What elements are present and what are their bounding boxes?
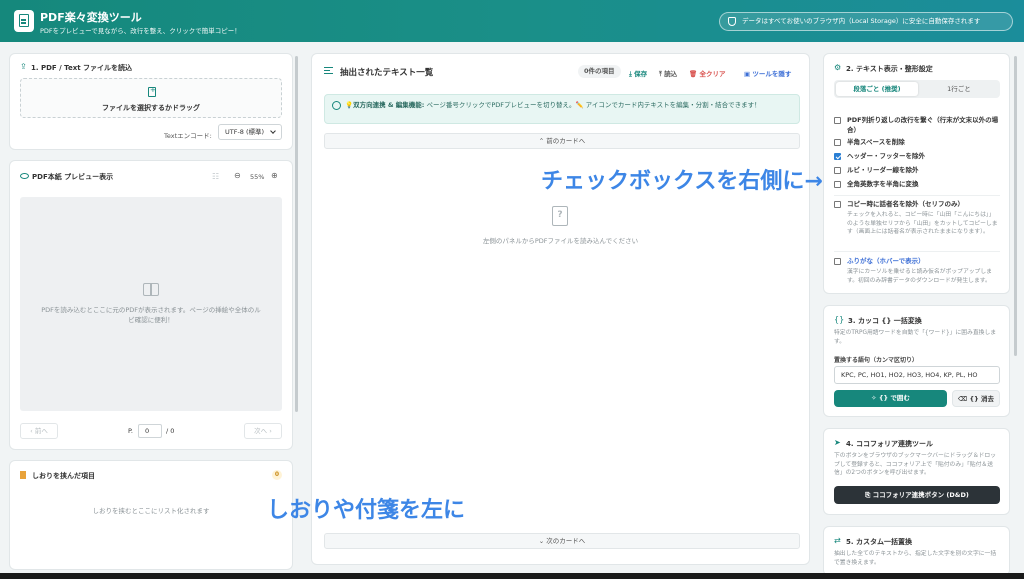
bookmark-left-annotation: しおりや付箋を左に [267, 498, 466, 523]
exclude-ruby-label: ルビ・リーダー線を除外 [847, 166, 919, 174]
app-subtitle: PDFをプレビューで見ながら、改行を整え、クリックで簡単コピー！ [40, 27, 241, 35]
cocofolia-bookmarklet-button[interactable]: ⎘ ココフォリア連携ボタン (D&D) [834, 486, 1000, 504]
document-icon [14, 10, 34, 32]
app-header: PDF楽々変換ツール PDFをプレビューで見ながら、改行を整え、クリックで簡単コ… [0, 0, 1024, 42]
halfwidth-checkbox[interactable] [834, 181, 841, 188]
sliders-icon: ⚙ [834, 63, 842, 72]
list-icon [324, 67, 333, 74]
mode-paragraph-option[interactable]: 段落ごと (推奨) [836, 82, 918, 96]
zoom-level: 55% [250, 173, 265, 181]
cocofolia-panel: ➤ 4. ココフォリア連携ツール 下のボタンをブラウザのブックマークバーにドラッ… [823, 428, 1010, 515]
custom-replace-title: 5. カスタム一括置換 [846, 538, 912, 546]
zoom-in-icon[interactable]: ⊕ [271, 171, 278, 180]
prev-page-button[interactable]: ‹ 前へ [20, 423, 58, 439]
exclude-header-footer-checkbox[interactable] [834, 153, 841, 160]
preview-panel-title: PDF本紙 プレビュー表示 [32, 173, 114, 181]
upload-icon: ⇪ [20, 62, 27, 71]
prev-card-button[interactable]: ⌃ 前のカードへ [324, 133, 800, 149]
checkbox-right-annotation: チェックボックスを右側に→ [541, 169, 823, 194]
left-scrollbar[interactable] [295, 56, 298, 412]
remove-spaces-label: 半角スペースを削除 [847, 138, 905, 146]
halfwidth-label: 全角英数字を半角に変換 [847, 180, 919, 188]
eye-icon [20, 173, 29, 179]
custom-replace-description: 抽出した全てのテキストから、指定した文字を別の文字に一括で置き換えます。 [834, 551, 997, 566]
join-lines-label: PDF列折り返しの改行を繋ぐ（行末が文末以外の場合） [847, 116, 999, 134]
wrap-brackets-button[interactable]: ✧ {} で囲む [834, 390, 947, 407]
encoding-select[interactable]: UTF-8 (標準) [218, 124, 282, 140]
info-icon [332, 101, 341, 110]
display-settings-panel: ⚙ 2. テキスト表示・整形設定 段落ごと (推奨) 1行ごと PDF列折り返し… [823, 53, 1010, 294]
mode-line-option[interactable]: 1行ごと [920, 82, 998, 96]
bookmark-panel-title: しおりを挟んだ項目 [32, 472, 95, 480]
display-settings-title: 2. テキスト表示・整形設定 [846, 65, 933, 73]
pdf-preview-area: PDFを読み込むとここに元のPDFが表示されます。ページの挿絵や全体のルビ確認に… [20, 197, 282, 411]
bookmark-count-badge: 0 [272, 470, 282, 480]
info-banner: 💡双方向連携 & 編集機能: ページ番号クリックでPDFプレビューを切り替え。✏… [324, 94, 800, 124]
item-count-badge: 0件の項目 [578, 65, 621, 78]
load-panel: ⇪ 1. PDF / Text ファイルを読込 ファイルを選択するかドラッグ T… [9, 53, 293, 150]
erase-brackets-button[interactable]: ⌫ {} 消去 [952, 390, 1000, 407]
divider [834, 251, 1000, 252]
load-button[interactable]: ⤒ 読込 [659, 68, 677, 79]
furigana-label: ふりがな（ホバーで表示） [847, 257, 925, 265]
cocofolia-panel-title: 4. ココフォリア連携ツール [846, 440, 933, 448]
custom-replace-panel: ⇄ 5. カスタム一括置換 抽出した全てのテキストから、指定した文字を別の文字に… [823, 526, 1010, 576]
page-total: / 0 [166, 427, 175, 435]
next-page-button[interactable]: 次へ › [244, 423, 282, 439]
remove-spaces-checkbox[interactable] [834, 139, 841, 146]
eraser-icon: ⌫ [958, 395, 970, 403]
file-add-icon [148, 86, 156, 97]
cocofolia-description: 下のボタンをブラウザのブックマークバーにドラッグ＆ドロップして登録すると、ココフ… [834, 453, 997, 476]
trash-icon: 🗑︎ [689, 70, 700, 78]
sparkle-icon: ✧ [871, 394, 879, 402]
right-scrollbar[interactable] [1014, 56, 1017, 356]
bottom-strip [0, 573, 1024, 579]
bookmark-empty-message: しおりを挟むとここにリスト化されます [92, 507, 210, 515]
page-prefix: P. [128, 427, 133, 435]
encoding-label: Textエンコード: [164, 132, 212, 140]
app-title: PDF楽々変換ツール [40, 11, 142, 24]
save-button[interactable]: ⤓ 保存 [629, 68, 647, 79]
bracket-panel-title: 3. カッコ {} 一括変換 [848, 317, 922, 325]
bracket-icon: {} [834, 315, 845, 324]
question-document-icon: ? [552, 206, 568, 226]
info-banner-text: 💡双方向連携 & 編集機能: ページ番号クリックでPDFプレビューを切り替え。✏… [345, 101, 761, 109]
divider [834, 195, 1000, 196]
storage-notice: データはすべてお使いのブラウザ内（Local Storage）に安全に自動保存さ… [719, 12, 1013, 31]
bracket-field-label: 置換する語句（カンマ区切り） [834, 357, 919, 364]
join-lines-checkbox[interactable] [834, 117, 841, 124]
load-panel-title: 1. PDF / Text ファイルを読込 [31, 64, 133, 72]
shield-icon [728, 17, 736, 26]
send-icon: ➤ [834, 438, 841, 447]
clear-all-button[interactable]: 🗑︎ 全クリア [689, 68, 726, 78]
preview-panel: PDF本紙 プレビュー表示 ☷ ⊖ 55% ⊕ PDFを読み込むとここに元のPD… [9, 160, 293, 450]
mode-toggle: 段落ごと (推奨) 1行ごと [834, 80, 1000, 98]
upload-label: ファイルを選択するかドラッグ [102, 104, 200, 112]
text-panel-title: 抽出されたテキスト一覧 [340, 68, 434, 78]
bookmark-icon [20, 471, 26, 479]
exclude-speaker-checkbox[interactable] [834, 201, 841, 208]
bookmark-panel: しおりを挟んだ項目 0 しおりを挟むとここにリスト化されます [9, 460, 293, 570]
furigana-description: 漢字にカーソルを乗せると読み仮名がポップアップします。初回のみ辞書データのダウン… [847, 269, 992, 284]
page-number-input[interactable]: 0 [138, 424, 162, 438]
exclude-header-footer-label: ヘッダー・フッターを除外 [847, 152, 925, 160]
preview-empty-message: PDFを読み込むとここに元のPDFが表示されます。ページの挿絵や全体のルビ確認に… [41, 306, 261, 324]
hide-tools-button[interactable]: ▣ ツールを隠す [744, 68, 791, 78]
book-icon [143, 283, 159, 296]
zoom-out-icon[interactable]: ⊖ [234, 171, 241, 180]
bracket-panel: {} 3. カッコ {} 一括変換 特定のTRPG用語ワードを自動で「{ワード}… [823, 305, 1010, 417]
bracket-description: 特定のTRPG用語ワードを自動で「{ワード}」に囲み直換します。 [834, 330, 997, 345]
bookmark-icon: ⎘ [865, 491, 873, 499]
file-drop-zone[interactable]: ファイルを選択するかドラッグ [20, 78, 282, 118]
text-panel: 抽出されたテキスト一覧 0件の項目 ⤓ 保存 ⤒ 読込 🗑︎ 全クリア ▣ ツー… [311, 53, 810, 565]
replace-icon: ⇄ [834, 536, 841, 545]
exclude-speaker-label: コピー時に話者名を除外（セリフのみ） [847, 200, 964, 208]
next-card-button[interactable]: ⌄ 次のカードへ [324, 533, 800, 549]
furigana-checkbox[interactable] [834, 258, 841, 265]
grid-icon[interactable]: ☷ [212, 172, 219, 181]
text-empty-message: 左側のパネルからPDFファイルを読み込んでください [482, 237, 639, 245]
bracket-terms-input[interactable]: KPC, PC, HO1, HO2, HO3, HO4, KP, PL, HO [834, 366, 1000, 384]
exclude-speaker-description: チェックを入れると、コピー時に「山田「こんにちは」」のような単独セリフから「山田… [847, 212, 998, 235]
exclude-ruby-checkbox[interactable] [834, 167, 841, 174]
